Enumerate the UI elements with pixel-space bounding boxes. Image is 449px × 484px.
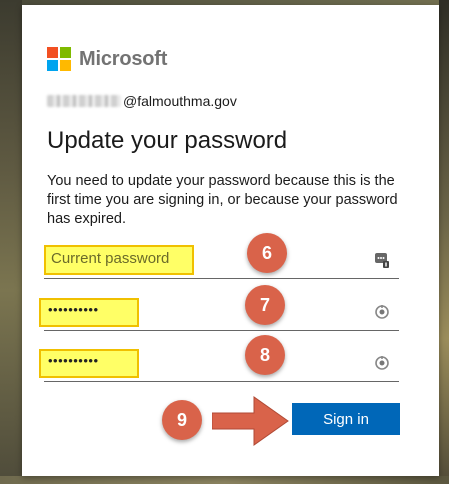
page-title: Update your password	[47, 127, 288, 154]
annotation-arrow-icon	[212, 396, 289, 446]
current-password-placeholder: Current password	[51, 250, 170, 267]
page-description: You need to update your password because…	[47, 173, 398, 227]
brand-name: Microsoft	[79, 47, 168, 70]
password-reveal-icon[interactable]	[372, 353, 392, 373]
logo-square-blue	[47, 60, 58, 71]
password-reveal-icon[interactable]	[372, 302, 392, 322]
step-badge-7: 7	[245, 285, 285, 325]
microsoft-logo-icon	[47, 47, 71, 71]
logo-square-green	[60, 47, 71, 58]
step-badge-8: 8	[245, 335, 285, 375]
logo-square-yellow	[60, 60, 71, 71]
step-badge-6: 6	[247, 233, 287, 273]
sign-in-button[interactable]: Sign in	[292, 403, 400, 435]
new-password-value: ••••••••••	[48, 302, 99, 317]
identity-email: @falmouthma.gov	[123, 93, 237, 109]
identity-banner[interactable]: @falmouthma.gov	[47, 93, 237, 109]
signin-card: Microsoft @falmouthma.gov Update your pa…	[22, 5, 439, 476]
background-left	[0, 0, 22, 484]
logo-square-red	[47, 47, 58, 58]
background-right	[439, 0, 449, 484]
background-bottom	[0, 476, 449, 484]
password-manager-key-icon[interactable]	[372, 250, 392, 270]
step-badge-9: 9	[162, 400, 202, 440]
redacted-username	[47, 95, 121, 107]
microsoft-logo: Microsoft	[47, 47, 167, 71]
confirm-password-value: ••••••••••	[48, 353, 99, 368]
